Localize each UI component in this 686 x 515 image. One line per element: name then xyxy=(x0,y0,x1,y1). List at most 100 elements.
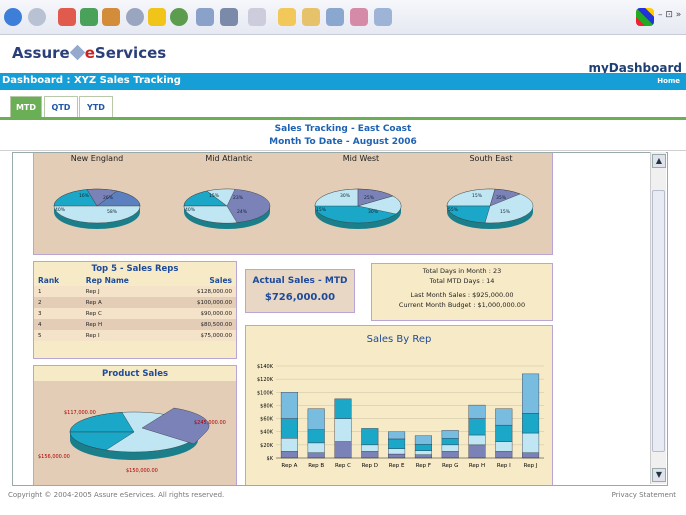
bar-segment xyxy=(414,454,432,459)
bar-segment xyxy=(495,441,513,452)
cell: 3 xyxy=(38,310,42,317)
research-icon[interactable] xyxy=(326,8,344,26)
pie-percent-label: 40% xyxy=(185,208,196,213)
pie-percent-label: 55% xyxy=(448,208,459,213)
bar-segment xyxy=(388,431,406,440)
print-icon[interactable] xyxy=(220,8,238,26)
pie-percent-label: 15% xyxy=(316,208,327,213)
bar-segment xyxy=(307,429,325,444)
bar-segment xyxy=(334,418,352,442)
tab-ytd[interactable]: YTD xyxy=(79,96,113,117)
cell: 4 xyxy=(38,321,42,328)
bar-segment xyxy=(280,418,298,439)
bar-segment xyxy=(522,452,540,459)
product-label: $150,000.00 xyxy=(126,468,158,474)
bar-segment xyxy=(280,451,298,459)
back-icon[interactable] xyxy=(4,8,22,26)
cell: Rep C xyxy=(85,310,102,317)
pie-percent-label: 35% xyxy=(496,196,507,201)
mtd-days: Total MTD Days : 14 xyxy=(429,277,495,285)
pie-percent-label: 58% xyxy=(107,210,118,215)
scroll-up-icon[interactable]: ▲ xyxy=(652,154,666,168)
tools-icon[interactable] xyxy=(374,8,392,26)
history-icon[interactable] xyxy=(170,8,188,26)
pie-percent-label: 24% xyxy=(237,210,248,215)
bar-segment xyxy=(334,398,352,419)
copyright-text: Copyright © 2004-2005 Assure eServices. … xyxy=(8,491,225,499)
home-icon[interactable] xyxy=(102,8,120,26)
bar-segment xyxy=(307,442,325,453)
col-header: Rank xyxy=(38,275,60,285)
y-tick-label: $140K xyxy=(257,364,274,370)
cell: $90,000.00 xyxy=(200,310,233,317)
cell: 2 xyxy=(38,299,42,306)
tab-underline xyxy=(0,117,686,120)
cell: Rep A xyxy=(85,299,102,306)
bar-segment xyxy=(468,404,486,419)
tab-mtd[interactable]: MTD xyxy=(10,96,42,117)
section-subtitle: Month To Date - August 2006 xyxy=(269,137,417,147)
bar-segment xyxy=(441,444,459,452)
pie-mid-atlantic xyxy=(183,188,271,229)
x-tick-label: Rep D xyxy=(362,463,378,469)
search-icon[interactable] xyxy=(126,8,144,26)
cell: Rep I xyxy=(85,332,100,339)
stop-icon[interactable] xyxy=(58,8,76,26)
pie-percent-label: 15% xyxy=(472,194,483,199)
cell: $80,500.00 xyxy=(200,321,233,328)
tab-qtd[interactable]: QTD xyxy=(44,96,78,117)
bar-segment xyxy=(414,435,432,445)
window-controls[interactable]: – ⊡ » xyxy=(658,10,681,20)
actual-sales-value: $726,000.00 xyxy=(264,292,336,303)
folder-icon[interactable] xyxy=(278,8,296,26)
privacy-link[interactable]: Privacy Statement xyxy=(612,491,676,499)
product-sales-panel: Product Sales $117,000.00 $245,000.00 $1… xyxy=(33,365,237,485)
messenger-icon[interactable] xyxy=(350,8,368,26)
scrollbar-thumb[interactable] xyxy=(652,190,665,452)
y-tick-label: $80K xyxy=(260,403,274,409)
pie-percent-label: 15% xyxy=(209,194,220,199)
x-tick-label: Rep B xyxy=(308,463,324,469)
edit-icon[interactable] xyxy=(302,8,320,26)
mail-icon[interactable] xyxy=(196,8,214,26)
y-tick-label: $40K xyxy=(260,430,274,436)
bar-segment xyxy=(280,392,298,419)
refresh-icon[interactable] xyxy=(80,8,98,26)
home-link[interactable]: Home xyxy=(657,77,680,85)
chart-title: Sales By Rep xyxy=(366,334,432,345)
table-row: 4 Rep H $80,500.00 xyxy=(34,319,236,330)
word-icon[interactable] xyxy=(248,8,266,26)
scroll-down-icon[interactable]: ▼ xyxy=(652,468,666,482)
bar-segment xyxy=(495,408,513,426)
top5-title: Top 5 - Sales Reps xyxy=(91,264,179,274)
tab-label: QTD xyxy=(51,102,71,112)
bar-segment xyxy=(495,451,513,459)
cell: 5 xyxy=(38,332,42,339)
last-month-sales: Last Month Sales : $925,000.00 xyxy=(410,291,514,299)
bar-segment xyxy=(522,432,540,453)
x-tick-label: Rep A xyxy=(281,463,297,469)
pie-percent-label: 40% xyxy=(55,208,66,213)
sales-by-rep-panel: Sales By Rep $140K $120K $100K $80K $60K $40K… xyxy=(245,325,553,485)
forward-icon[interactable] xyxy=(28,8,46,26)
favorites-icon[interactable] xyxy=(148,8,166,26)
site-logo: Assure eServices xyxy=(12,44,167,62)
actual-sales-title: Actual Sales - MTD xyxy=(252,276,348,286)
dashboard-title: Dashboard : XYZ Sales Tracking xyxy=(2,75,181,86)
bar-segment xyxy=(361,428,379,446)
bar-segment xyxy=(522,373,540,414)
pie-percent-label: 16% xyxy=(79,194,90,199)
region-pie-charts xyxy=(53,188,534,229)
bar-segment xyxy=(414,450,432,455)
bar-segment xyxy=(361,451,379,459)
y-tick-label: $120K xyxy=(257,377,274,383)
product-label: $245,000.00 xyxy=(194,420,226,426)
bar-segment xyxy=(441,438,459,446)
bar-segment xyxy=(361,444,379,452)
x-tick-label: Rep F xyxy=(416,463,431,469)
bar-segment xyxy=(388,453,406,459)
content-frame[interactable]: New England Mid Atlantic Mid West South … xyxy=(12,152,668,486)
x-tick-label: Rep C xyxy=(335,463,351,469)
days-in-month: Total Days in Month : 23 xyxy=(422,267,502,275)
x-tick-label: Rep H xyxy=(469,463,485,469)
